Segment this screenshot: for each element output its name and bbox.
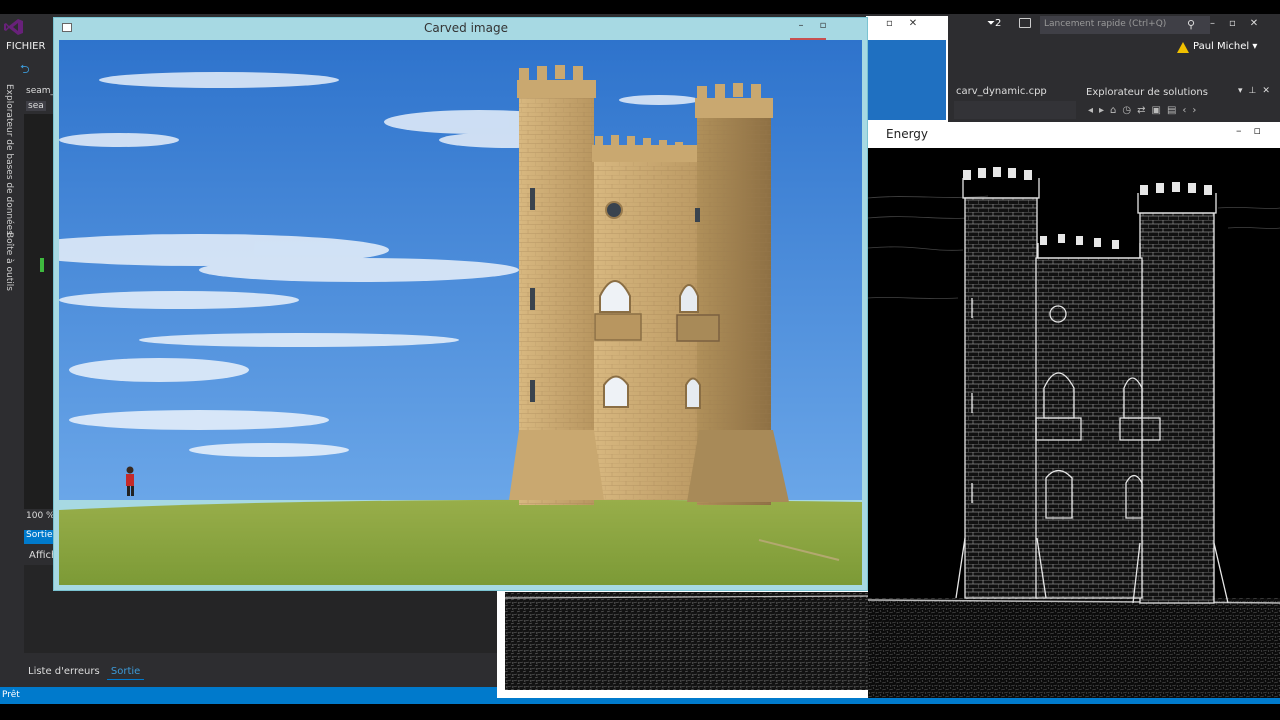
maximize-button[interactable]: ▫ <box>812 20 834 38</box>
menu-fichier[interactable]: FICHIER <box>6 41 45 52</box>
user-name: Paul Michel <box>1193 41 1250 52</box>
file-tab-carv-dynamic[interactable]: carv_dynamic.cpp <box>954 84 1076 102</box>
letterbox-bottom <box>0 704 1280 720</box>
energy-title-bar[interactable]: Energy –▫ <box>868 122 1280 146</box>
notification-count: 2 <box>995 18 1002 29</box>
vs-window-buttons[interactable]: –▫✕ <box>1210 18 1272 29</box>
vs-title-bar-right: ⏷2 Lancement rapide (Ctrl+Q) ⚲ –▫✕ <box>955 14 1280 44</box>
bottom-tabs: Liste d'erreurs Sortie <box>24 664 145 682</box>
change-marker <box>40 258 44 272</box>
tab-error-list[interactable]: Liste d'erreurs <box>24 664 104 679</box>
energy-map-lower <box>505 592 869 690</box>
energy-window-lower <box>497 590 869 698</box>
carved-image <box>59 40 862 585</box>
project-tab[interactable]: sea <box>26 101 46 111</box>
user-account[interactable]: Paul Michel ▾ <box>1193 41 1257 52</box>
quick-launch-input[interactable]: Lancement rapide (Ctrl+Q) <box>1040 16 1210 34</box>
tab-output[interactable]: Sortie <box>106 664 145 680</box>
background-window-content <box>868 40 946 120</box>
carved-window-title: Carved image <box>424 21 508 35</box>
filter-icon[interactable]: ⏷2 <box>987 18 1001 29</box>
energy-map-image <box>868 148 1280 698</box>
solution-explorer-toolbar[interactable]: ◂▸⌂◷⇄▣▤‹› <box>1088 105 1202 116</box>
person-figure <box>126 466 134 496</box>
solution-explorer-window-buttons[interactable]: ▾⊥✕ <box>1238 86 1276 96</box>
carved-window-buttons: –▫✕ <box>790 18 867 56</box>
toolbox-tab[interactable]: Boîte à outils <box>4 232 14 291</box>
vs-logo-icon <box>4 19 23 35</box>
database-explorer-tab[interactable]: Explorateur de bases de données <box>4 84 14 235</box>
solution-explorer-title: Explorateur de solutions <box>1086 87 1208 98</box>
carved-image-window[interactable]: Carved image –▫✕ <box>53 17 868 591</box>
warning-icon <box>1177 42 1189 53</box>
letterbox-top <box>0 0 1280 14</box>
carved-title-bar[interactable]: Carved image –▫✕ <box>54 18 867 56</box>
solution-explorer-panel: Explorateur de solutions ▾⊥✕ ◂▸⌂◷⇄▣▤‹› <box>1080 84 1280 120</box>
back-arrow-icon[interactable]: ⮌ <box>20 60 30 81</box>
background-window-buttons[interactable]: ▫✕ <box>886 18 933 29</box>
energy-window[interactable]: Energy –▫ <box>868 122 1280 698</box>
search-icon[interactable]: ⚲ <box>1187 18 1195 31</box>
background-window[interactable]: ▫✕ <box>866 16 948 122</box>
minimize-button[interactable]: – <box>790 20 812 38</box>
output-panel-tab[interactable]: Sortie <box>24 530 54 544</box>
app-icon <box>62 23 72 32</box>
feedback-icon[interactable] <box>1019 18 1031 28</box>
energy-window-buttons[interactable]: –▫ <box>1236 124 1273 137</box>
code-editor[interactable] <box>24 114 54 509</box>
energy-window-title: Energy <box>886 127 929 141</box>
zoom-level[interactable]: 100 % <box>26 511 55 521</box>
status-text: Prêt <box>2 690 20 700</box>
file-navigation-bar[interactable] <box>954 101 1076 119</box>
project-label[interactable]: seam_ <box>26 86 55 96</box>
